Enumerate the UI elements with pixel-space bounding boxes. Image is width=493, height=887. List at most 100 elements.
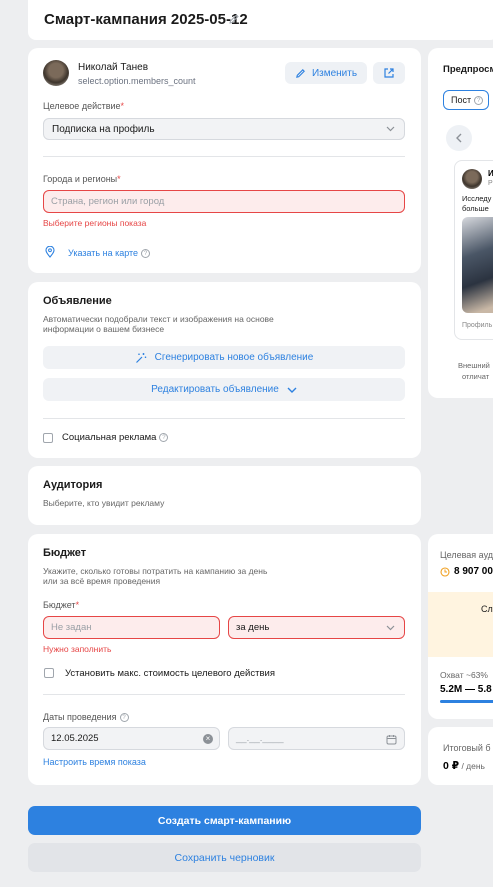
preview-author: И bbox=[488, 169, 493, 178]
tab-post[interactable]: Пост? bbox=[443, 90, 489, 110]
audience-forecast-label: Целевая ауд bbox=[440, 550, 493, 560]
edit-ad-label: Редактировать объявление bbox=[151, 384, 279, 395]
ad-description-1: Автоматически подобрали текст и изображе… bbox=[43, 314, 274, 324]
external-link-icon bbox=[384, 68, 394, 78]
total-budget-unit: / день bbox=[459, 761, 485, 771]
preview-author-sub: Р bbox=[488, 180, 493, 187]
budget-period-select[interactable]: за день bbox=[228, 616, 405, 639]
warning-banner: Сл bbox=[428, 592, 493, 657]
edit-ad-button[interactable]: Редактировать объявление bbox=[43, 378, 405, 401]
help-icon[interactable]: ? bbox=[141, 249, 151, 259]
help-icon[interactable]: ? bbox=[119, 713, 129, 723]
dates-label: Даты проведения? bbox=[43, 712, 129, 723]
divider bbox=[43, 694, 405, 695]
help-icon[interactable]: ? bbox=[474, 95, 484, 105]
preview-text-1: Исследу bbox=[462, 194, 492, 203]
preview-footer-1: Внешний bbox=[458, 361, 490, 370]
map-pin-icon bbox=[45, 246, 55, 258]
preview-footer-2: отличат bbox=[462, 372, 490, 381]
total-budget-label: Итоговый б bbox=[443, 743, 491, 753]
preview-image bbox=[462, 217, 493, 313]
forecast-card: Целевая ауд 8 907 00 Сл Охват ~63% 5.2M … bbox=[428, 534, 493, 719]
total-budget-value-wrap: 0 ₽ / день bbox=[443, 756, 485, 774]
budget-label-text: Бюджет bbox=[43, 600, 76, 610]
carousel-prev-button[interactable] bbox=[446, 125, 472, 151]
pencil-icon bbox=[296, 68, 305, 78]
reach-progress-track bbox=[440, 700, 493, 703]
preview-title: Предпросм bbox=[443, 64, 493, 75]
regions-placeholder: Страна, регион или город bbox=[51, 196, 165, 207]
help-icon[interactable]: ? bbox=[159, 432, 169, 442]
chevron-down-icon bbox=[386, 126, 395, 132]
budget-period-value: за день bbox=[236, 622, 270, 633]
reach-value: 5.2M — 5.8 bbox=[440, 684, 492, 695]
budget-description-1: Укажите, сколько готовы потратить на кам… bbox=[43, 566, 268, 576]
reach-label: Охват ~63% bbox=[440, 670, 488, 680]
create-campaign-button[interactable]: Создать смарт-кампанию bbox=[28, 806, 421, 835]
ad-card: Объявление Автоматически подобрали текст… bbox=[28, 282, 421, 458]
account-name: Николай Танев bbox=[78, 62, 149, 73]
calendar-icon[interactable] bbox=[386, 734, 397, 745]
change-account-label: Изменить bbox=[311, 67, 358, 79]
open-external-button[interactable] bbox=[373, 62, 405, 84]
total-budget-value: 0 ₽ bbox=[443, 760, 460, 772]
post-preview: И Р Исследу больше Профиль bbox=[454, 160, 493, 340]
dates-label-text: Даты проведения bbox=[43, 712, 117, 722]
budget-amount-input[interactable]: Не задан bbox=[43, 616, 220, 639]
total-budget-card: Итоговый б 0 ₽ / день bbox=[428, 727, 493, 785]
social-ad-label-text: Социальная реклама bbox=[62, 432, 157, 443]
audience-title: Аудитория bbox=[43, 479, 103, 491]
preview-profile: Профиль bbox=[462, 322, 493, 329]
audience-card[interactable]: Аудитория Выберите, кто увидит рекламу bbox=[28, 466, 421, 525]
divider bbox=[43, 156, 405, 157]
account-subtitle: select.option.members_count bbox=[78, 76, 196, 86]
chevron-down-icon bbox=[386, 625, 395, 631]
map-link[interactable]: Указать на карте? bbox=[68, 248, 151, 259]
magic-wand-icon bbox=[135, 352, 146, 363]
end-date-placeholder: __.__.____ bbox=[236, 733, 284, 744]
warning-banner-text: Сл bbox=[481, 604, 493, 614]
ad-description-2: информации о вашем бизнесе bbox=[43, 324, 165, 334]
audience-description: Выберите, кто увидит рекламу bbox=[43, 498, 165, 508]
preview-text-2: больше bbox=[462, 204, 489, 213]
save-draft-button[interactable]: Сохранить черновик bbox=[28, 843, 421, 872]
budget-label: Бюджет* bbox=[43, 600, 80, 610]
campaign-settings-card: Николай Танев select.option.members_coun… bbox=[28, 48, 421, 273]
start-date-input[interactable]: 12.05.2025 × bbox=[43, 727, 220, 750]
regions-label: Города и регионы* bbox=[43, 174, 121, 184]
generate-ad-button[interactable]: Сгенерировать новое объявление bbox=[43, 346, 405, 369]
budget-description-2: или за всё время проведения bbox=[43, 576, 161, 586]
regions-input[interactable]: Страна, регион или город bbox=[43, 190, 405, 213]
map-link-text: Указать на карте bbox=[68, 248, 139, 258]
page-title: Смарт-кампания 2025-05-12 bbox=[44, 11, 248, 28]
avatar bbox=[43, 60, 69, 86]
target-action-label: Целевое действие* bbox=[43, 101, 125, 111]
clear-icon[interactable]: × bbox=[203, 734, 213, 744]
target-action-value: Подписка на профиль bbox=[52, 123, 155, 135]
header-bar: Смарт-кампания 2025-05-12 bbox=[28, 0, 493, 40]
target-action-label-text: Целевое действие bbox=[43, 101, 121, 111]
chevron-left-icon bbox=[456, 133, 462, 143]
end-date-input[interactable]: __.__.____ bbox=[228, 727, 405, 750]
generate-ad-label: Сгенерировать новое объявление bbox=[154, 352, 314, 363]
reach-progress-fill bbox=[440, 700, 493, 703]
budget-card: Бюджет Укажите, сколько готовы потратить… bbox=[28, 534, 421, 785]
max-cost-label: Установить макс. стоимость целевого дейс… bbox=[65, 668, 275, 679]
clock-icon bbox=[440, 567, 450, 577]
max-cost-checkbox[interactable] bbox=[44, 668, 54, 678]
regions-error: Выберите регионы показа bbox=[43, 218, 147, 228]
start-date-value: 12.05.2025 bbox=[51, 733, 99, 744]
audience-forecast-value: 8 907 00 bbox=[454, 566, 493, 577]
preview-card: Предпросм Пост? И Р Исследу больше Профи… bbox=[428, 48, 493, 398]
social-ad-checkbox[interactable] bbox=[43, 433, 53, 443]
change-account-button[interactable]: Изменить bbox=[285, 62, 367, 84]
ad-title: Объявление bbox=[43, 295, 112, 307]
budget-placeholder: Не задан bbox=[51, 622, 92, 633]
schedule-link[interactable]: Настроить время показа bbox=[43, 757, 146, 767]
target-action-select[interactable]: Подписка на профиль bbox=[43, 118, 405, 140]
budget-error: Нужно заполнить bbox=[43, 644, 112, 654]
divider bbox=[43, 418, 405, 419]
preview-avatar bbox=[462, 169, 482, 189]
edit-title-icon[interactable] bbox=[228, 13, 240, 25]
social-ad-label: Социальная реклама? bbox=[62, 432, 169, 443]
